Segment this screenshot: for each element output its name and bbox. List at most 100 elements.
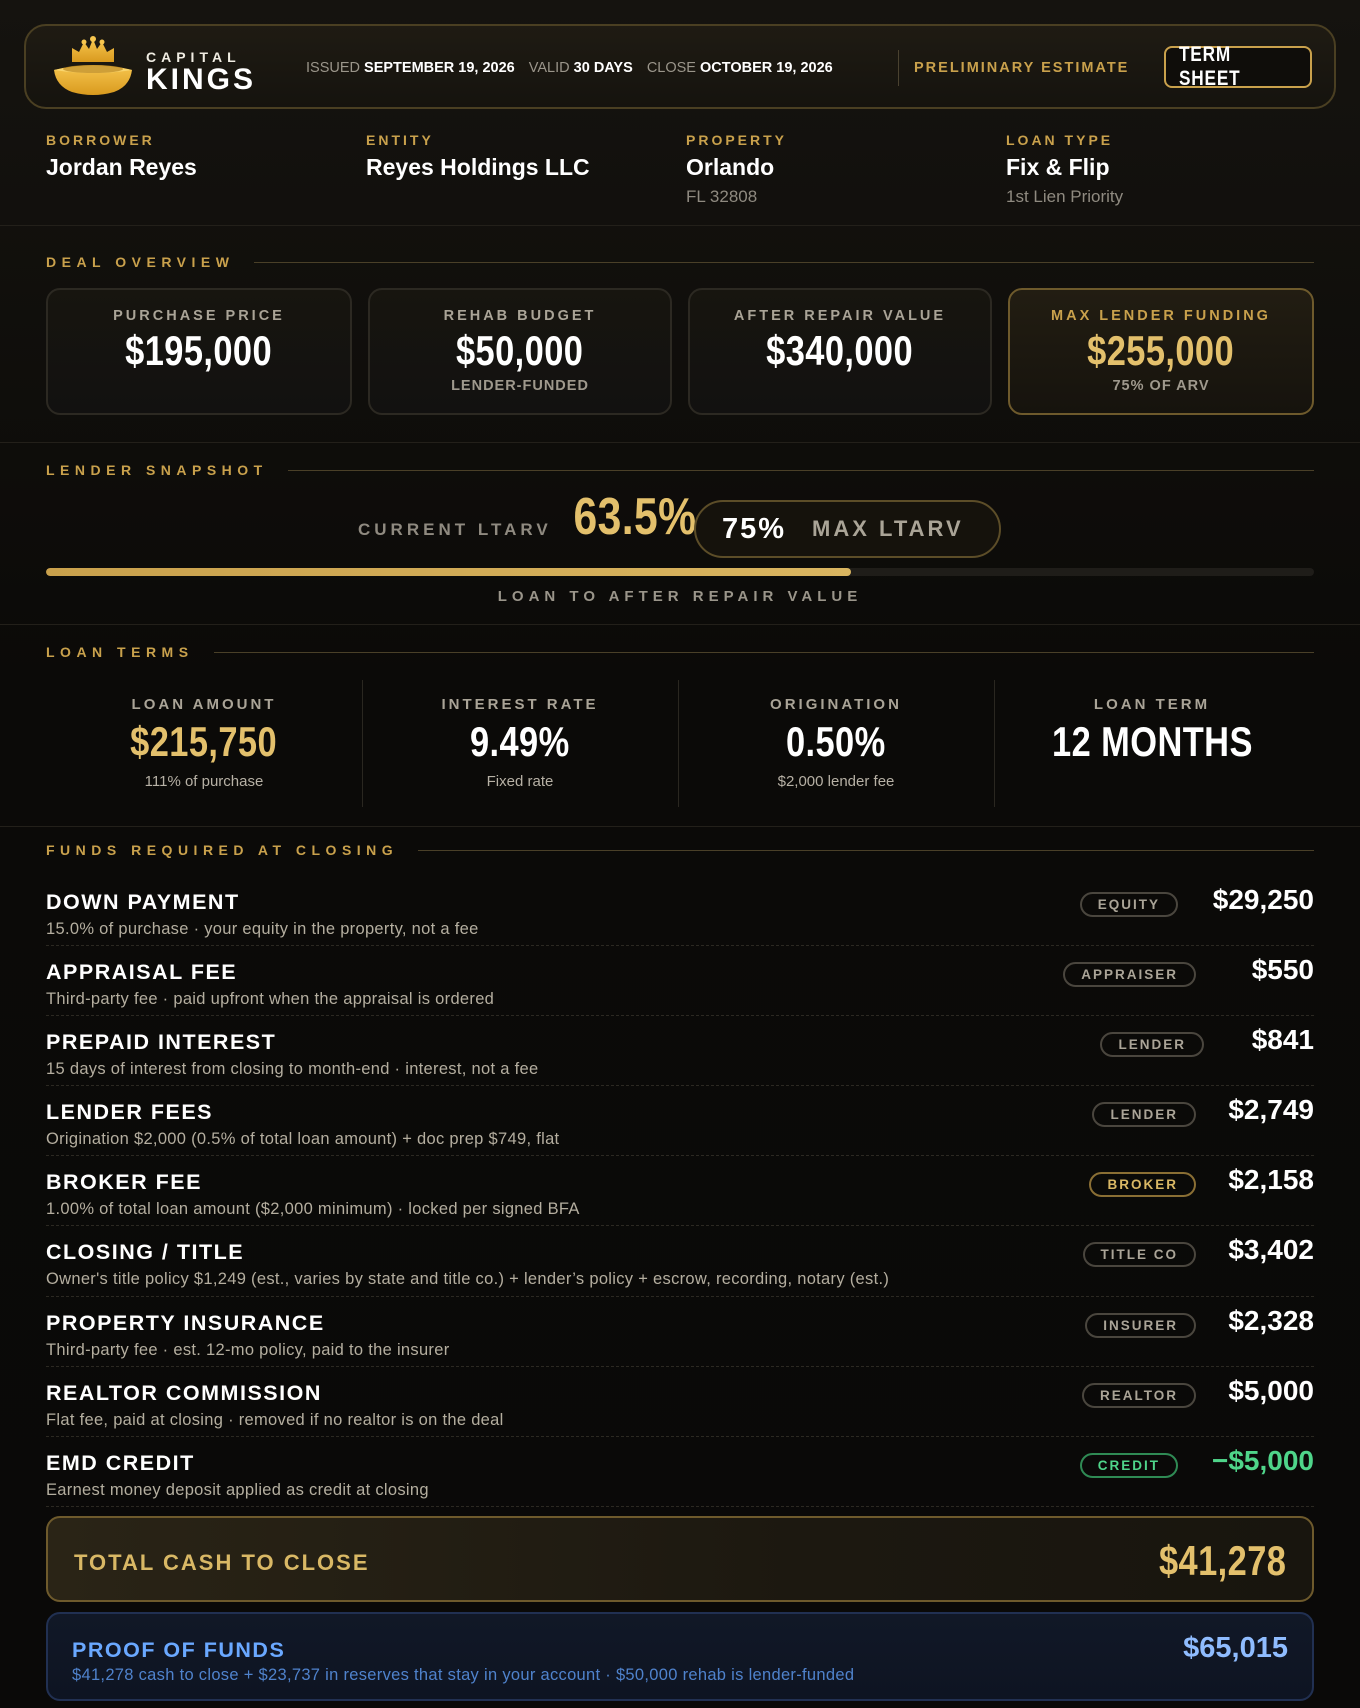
term-sub: 111% of purchase (144, 773, 264, 791)
fund-desc: Earnest money deposit applied as credit … (46, 1480, 429, 1499)
fund-row-appraisal-fee: APPRAISAL FEE Third-party fee · paid upf… (46, 946, 1314, 1017)
fund-title: BROKER FEE (46, 1170, 202, 1195)
ltarv-progress-fill (46, 568, 852, 576)
fund-desc: 15.0% of purchase · your equity in the p… (46, 920, 479, 938)
close-label: CLOSE (646, 60, 696, 76)
card-rehab-budget: REHAB BUDGET $50,000 LENDER-FUNDED (368, 288, 672, 415)
fund-title: REALTOR COMMISSION (46, 1380, 322, 1405)
fund-amount: $2,749 (1228, 1094, 1314, 1126)
term-origination: ORIGINATION 0.50% $2,000 lender fee (678, 680, 994, 807)
card-value: $255,000 (1087, 327, 1235, 374)
valid-label: VALID (528, 60, 570, 76)
term-label: INTEREST RATE (441, 696, 599, 713)
max-ltarv-value: 75% (722, 512, 787, 545)
current-ltarv-label: CURRENT LTARV (358, 520, 552, 539)
fund-title: EMD CREDIT (46, 1450, 195, 1475)
section-divider (0, 826, 1360, 827)
fund-title: APPRAISAL FEE (46, 960, 238, 985)
fund-row-down-payment: DOWN PAYMENT 15.0% of purchase · your eq… (46, 876, 1314, 947)
crown-icon (54, 36, 132, 95)
proof-of-funds: PROOF OF FUNDS $41,278 cash to close + $… (46, 1612, 1314, 1701)
fund-row-lender-fees: LENDER FEES Origination $2,000 (0.5% of … (46, 1086, 1314, 1157)
card-purchase-price: PURCHASE PRICE $195,000 (46, 288, 352, 415)
fund-title: DOWN PAYMENT (46, 890, 240, 914)
max-ltarv-label: MAX LTARV (812, 516, 964, 541)
fund-amount: $29,250 (1212, 884, 1314, 915)
fund-amount: $2,328 (1228, 1304, 1314, 1336)
term-sheet-label: TERM SHEET (1178, 43, 1241, 90)
party-property: PROPERTY Orlando FL 32808 (686, 132, 787, 207)
term-sub: Fixed rate (486, 773, 554, 791)
header-divider (898, 50, 899, 86)
fund-desc: 1.00% of total loan amount ($2,000 minim… (46, 1200, 580, 1219)
header-meta: ISSUED SEPTEMBER 19, 2026 VALID 30 DAYS … (306, 60, 833, 76)
fund-title: CLOSING / TITLE (46, 1240, 245, 1265)
funds-list: DOWN PAYMENT 15.0% of purchase · your eq… (46, 876, 1314, 1507)
fund-tag: CREDIT (1079, 1452, 1178, 1478)
fund-row-realtor-commission: REALTOR COMMISSION Flat fee, paid at clo… (46, 1367, 1314, 1437)
term-sheet-badge: TERM SHEET (1164, 43, 1312, 90)
fund-desc: Flat fee, paid at closing · removed if n… (46, 1410, 504, 1429)
fund-amount: $841 (1251, 1024, 1314, 1056)
fund-row-closing-title: CLOSING / TITLE Owner's title policy $1,… (46, 1226, 1314, 1297)
card-label: AFTER REPAIR VALUE (733, 308, 947, 324)
loan-terms-header: LOAN TERMS (46, 644, 1314, 660)
fund-tag: LENDER (1100, 1032, 1204, 1058)
fund-amount: −$5,000 (1212, 1444, 1314, 1476)
fund-title: PROPERTY INSURANCE (46, 1310, 325, 1335)
card-label: MAX LENDER FUNDING (1051, 308, 1271, 324)
party-sub: 1st Lien Priority (1006, 187, 1124, 206)
party-borrower: BORROWER Jordan Reyes (46, 132, 197, 181)
card-value: $340,000 (766, 327, 914, 374)
fund-amount: $2,158 (1228, 1164, 1314, 1196)
fund-row-property-insurance: PROPERTY INSURANCE Third-party fee · est… (46, 1297, 1314, 1367)
current-ltarv-value: 63.5% (573, 488, 697, 546)
term-value: $215,750 (130, 718, 278, 765)
term-label: LOAN AMOUNT (131, 696, 277, 713)
card-after-repair-value: AFTER REPAIR VALUE $340,000 (688, 288, 992, 415)
fund-row-prepaid-interest: PREPAID INTEREST 15 days of interest fro… (46, 1016, 1314, 1087)
fund-title: PREPAID INTEREST (46, 1030, 277, 1055)
section-divider (0, 442, 1360, 443)
fund-amount: $550 (1251, 954, 1314, 986)
pof-desc: $41,278 cash to close + $23,737 in reser… (72, 1666, 855, 1684)
term-loan-amount: LOAN AMOUNT $215,750 111% of purchase (46, 680, 362, 807)
party-label: LOAN TYPE (1006, 132, 1114, 148)
ltarv-progress-bar (46, 568, 1314, 576)
total-label: TOTAL CASH TO CLOSE (74, 1550, 370, 1575)
term-value: 12 MONTHS (1051, 718, 1253, 765)
party-entity: ENTITY Reyes Holdings LLC (366, 132, 590, 181)
party-sub: FL 32808 (686, 187, 758, 206)
fund-tag: REALTOR (1082, 1382, 1196, 1408)
party-loan-type: LOAN TYPE Fix & Flip 1st Lien Priority (1006, 132, 1123, 207)
party-label: PROPERTY (686, 132, 788, 148)
card-value: $195,000 (125, 327, 273, 374)
party-value: Jordan Reyes (46, 154, 197, 180)
section-title: LENDER SNAPSHOT (46, 462, 268, 478)
issued-date: SEPTEMBER 19, 2026 (364, 60, 515, 76)
party-label: BORROWER (46, 132, 155, 148)
party-value: Orlando (686, 154, 775, 180)
section-title: DEAL OVERVIEW (46, 254, 235, 270)
term-interest-rate: INTEREST RATE 9.49% Fixed rate (362, 680, 678, 807)
term-label: LOAN TERM (1093, 696, 1211, 713)
total-value: $41,278 (1158, 1537, 1286, 1584)
card-label: REHAB BUDGET (443, 308, 597, 324)
party-value: Fix & Flip (1006, 154, 1110, 180)
total-cash-to-close: TOTAL CASH TO CLOSE $41,278 (46, 1516, 1314, 1602)
term-sub: $2,000 lender fee (777, 773, 895, 791)
pof-title: PROOF OF FUNDS (72, 1638, 286, 1662)
pof-value: $65,015 (1183, 1632, 1288, 1664)
fund-desc: Third-party fee · est. 12-mo policy, pai… (46, 1340, 450, 1359)
fund-row-emd-credit: EMD CREDIT Earnest money deposit applied… (46, 1437, 1314, 1507)
card-max-lender-funding: MAX LENDER FUNDING $255,000 75% OF ARV (1008, 288, 1314, 415)
term-label: ORIGINATION (770, 696, 902, 713)
brand-wordmark: CAPITAL KINGS (146, 50, 256, 95)
term-loan-term: LOAN TERM 12 MONTHS (994, 680, 1310, 807)
party-label: ENTITY (366, 132, 434, 148)
status-label: PRELIMINARY ESTIMATE (914, 60, 1130, 76)
term-value: 9.49% (470, 718, 570, 765)
section-title: FUNDS REQUIRED AT CLOSING (46, 842, 399, 858)
valid-value: 30 DAYS (573, 60, 633, 76)
ltarv-bar-label: LOAN TO AFTER REPAIR VALUE (497, 588, 863, 605)
